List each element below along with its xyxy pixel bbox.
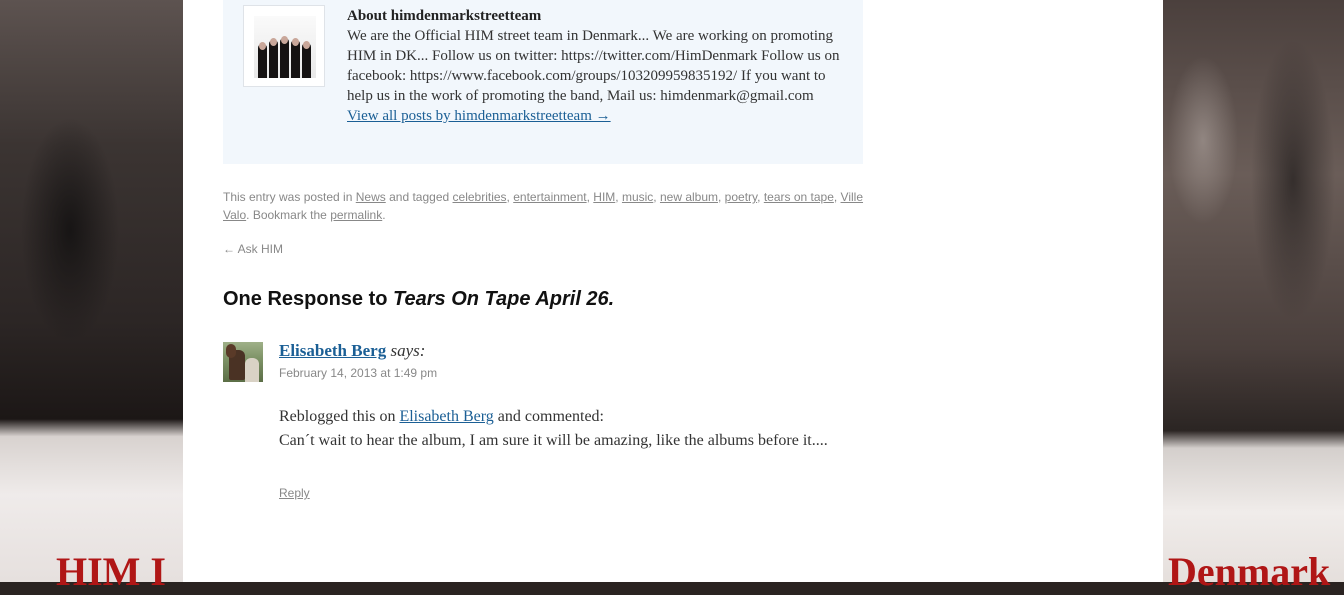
previous-post-link[interactable]: ← Ask HIM (223, 242, 283, 256)
author-title: About himdenmarkstreetteam (347, 8, 542, 24)
tag-link[interactable]: tears on tape (764, 190, 834, 204)
comments-title-prefix: One Response to (223, 288, 388, 310)
reblog-suffix: and commented: (497, 408, 604, 425)
tag-link[interactable]: music (622, 190, 653, 204)
background-banner-text-right: Denmark (1168, 549, 1331, 594)
background-banner-text-left: HIM I (56, 549, 166, 594)
meta-prefix-text: This entry was posted in (223, 190, 353, 204)
main-content: About himdenmarkstreetteam We are the Of… (223, 0, 863, 500)
band-member-head (303, 41, 310, 49)
person-figure (245, 358, 259, 382)
tag-link[interactable]: celebrities (453, 190, 507, 204)
category-link[interactable]: News (356, 190, 386, 204)
band-photo (254, 16, 316, 78)
band-member-head (259, 42, 266, 50)
view-all-posts-link[interactable]: View all posts by himdenmarkstreetteam → (347, 108, 611, 124)
comment-text: Can´t wait to hear the album, I am sure … (279, 432, 828, 449)
comment-author-link[interactable]: Elisabeth Berg (279, 341, 386, 360)
author-info-box: About himdenmarkstreetteam We are the Of… (223, 0, 863, 164)
author-description: About himdenmarkstreetteam We are the Of… (347, 6, 847, 126)
tag-link[interactable]: entertainment (513, 190, 586, 204)
comment-author: Elisabeth Berg says: (279, 340, 425, 362)
comment-says: says: (390, 341, 426, 360)
commenter-avatar (223, 342, 263, 382)
band-member-figure (280, 38, 289, 78)
author-avatar (243, 5, 325, 87)
reblog-source-link[interactable]: Elisabeth Berg (399, 408, 493, 425)
tag-link[interactable]: HIM (593, 190, 615, 204)
comment-date-link[interactable]: February 14, 2013 at 1:49 pm (279, 366, 437, 380)
background-photo-right (1163, 0, 1344, 582)
background-photo-left (0, 0, 183, 582)
reblog-prefix: Reblogged this on (279, 408, 396, 425)
horse-head (226, 344, 236, 358)
band-member-head (270, 38, 277, 46)
tag-link[interactable]: poetry (725, 190, 757, 204)
comments-title-post: Tears On Tape April 26. (393, 288, 615, 310)
meta-tagged-text: and tagged (389, 190, 450, 204)
band-member-head (281, 36, 288, 44)
reply-link[interactable]: Reply (279, 486, 310, 500)
meta-bookmark-text: Bookmark the (252, 208, 327, 222)
tag-link[interactable]: new album (660, 190, 718, 204)
comment-body: Reblogged this on Elisabeth Berg and com… (279, 405, 859, 453)
permalink-link[interactable]: permalink (330, 208, 382, 222)
page-container: About himdenmarkstreetteam We are the Of… (183, 0, 1163, 582)
band-member-head (292, 38, 299, 46)
reblog-line: Reblogged this on Elisabeth Berg and com… (279, 405, 859, 429)
author-bio: We are the Official HIM street team in D… (347, 28, 840, 104)
entry-meta: This entry was posted in News and tagged… (223, 190, 864, 222)
comments-title: One Response to Tears On Tape April 26. (223, 286, 614, 312)
